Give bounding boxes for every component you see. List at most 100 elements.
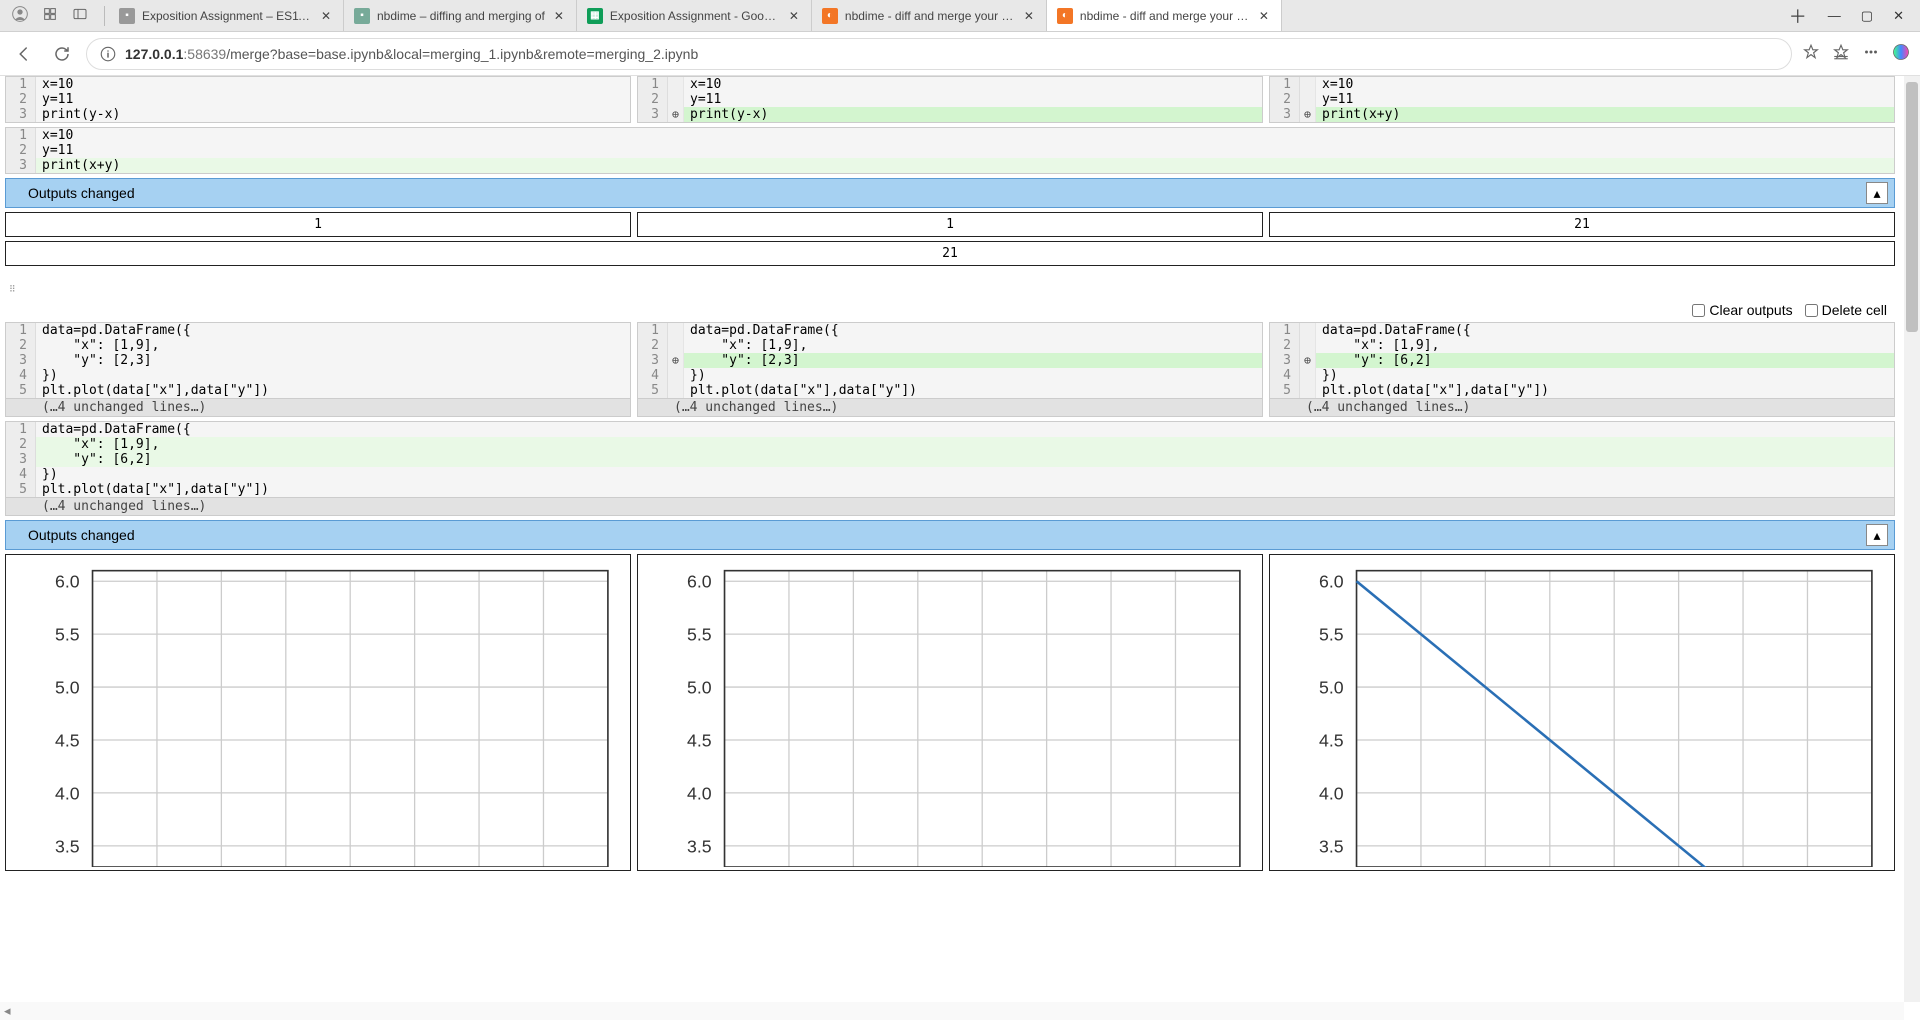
- delete-cell-checkbox[interactable]: Delete cell: [1805, 302, 1887, 318]
- tab-title: Exposition Assignment – ES114 -: [142, 9, 312, 23]
- diff-gutter[interactable]: [668, 92, 684, 107]
- code-line: plt.plot(data["x"],data["y"]): [36, 482, 1894, 497]
- tab-title: Exposition Assignment - Google S: [610, 9, 780, 23]
- diff-gutter[interactable]: [668, 353, 684, 368]
- diff-gutter[interactable]: [1300, 323, 1316, 338]
- line-number: 1: [6, 323, 36, 338]
- outputs-changed-header[interactable]: Outputs changed ▴: [5, 178, 1895, 208]
- window-minimize[interactable]: —: [1828, 8, 1841, 24]
- line-number: 2: [6, 143, 36, 158]
- line-number: 4: [638, 368, 668, 383]
- code-line: print(y-x): [36, 107, 630, 122]
- code-line: plt.plot(data["x"],data["y"]): [1316, 383, 1894, 398]
- collapsed-lines[interactable]: (…4 unchanged lines…): [6, 398, 630, 416]
- tab-favicon: ◐: [822, 8, 838, 24]
- panel-icon[interactable]: [72, 6, 88, 25]
- output-base: 1: [5, 212, 631, 237]
- horizontal-scrollbar[interactable]: ◂: [0, 1002, 1904, 1020]
- code-line: "x": [1,9],: [36, 437, 1894, 452]
- tab-close-icon[interactable]: ✕: [1257, 9, 1271, 23]
- line-number: 2: [6, 338, 36, 353]
- svg-text:5.5: 5.5: [1319, 625, 1344, 645]
- collections-icon[interactable]: [1832, 43, 1850, 64]
- collapsed-lines[interactable]: (…4 unchanged lines…): [1270, 398, 1894, 416]
- code-line: x=10: [1316, 77, 1894, 92]
- vertical-scrollbar[interactable]: [1904, 76, 1920, 1002]
- tab-title: nbdime - diff and merge your Jup: [845, 9, 1015, 23]
- diff-gutter[interactable]: [1300, 92, 1316, 107]
- browser-tab[interactable]: ▪nbdime – diffing and merging of✕: [344, 0, 577, 31]
- code-pane: 1data=pd.DataFrame({2 "x": [1,9],3 "y": …: [1269, 322, 1895, 417]
- back-button[interactable]: [10, 40, 38, 68]
- outputs-changed-header[interactable]: Outputs changed ▴: [5, 520, 1895, 550]
- code-line: "x": [1,9],: [684, 338, 1262, 353]
- svg-text:6.0: 6.0: [687, 572, 712, 592]
- code-line: y=11: [1316, 92, 1894, 107]
- diff-gutter[interactable]: [668, 368, 684, 383]
- output-merged: 21: [5, 241, 1895, 266]
- diff-gutter[interactable]: [668, 323, 684, 338]
- diff-gutter[interactable]: [1300, 77, 1316, 92]
- diff-gutter[interactable]: [668, 383, 684, 398]
- line-number: 1: [1270, 323, 1300, 338]
- diff-gutter[interactable]: [668, 77, 684, 92]
- profile-icon[interactable]: [12, 6, 28, 25]
- code-line: }): [36, 368, 630, 383]
- address-bar-row: 127.0.0.1:58639/merge?base=base.ipynb&lo…: [0, 32, 1920, 76]
- code-line: "x": [1,9],: [36, 338, 630, 353]
- line-number: 3: [638, 353, 668, 368]
- code-pane: 1data=pd.DataFrame({2 "x": [1,9],3 "y": …: [637, 322, 1263, 417]
- line-number: 4: [6, 368, 36, 383]
- line-number: 2: [638, 92, 668, 107]
- diff-gutter[interactable]: [1300, 107, 1316, 122]
- code-line: print(x+y): [1316, 107, 1894, 122]
- svg-text:4.5: 4.5: [1319, 730, 1344, 750]
- chart-output: 3.54.04.55.05.56.0: [1269, 554, 1895, 871]
- clear-outputs-checkbox[interactable]: Clear outputs: [1692, 302, 1792, 318]
- tab-favicon: ▪: [354, 8, 370, 24]
- diff-gutter[interactable]: [668, 107, 684, 122]
- collapsed-lines[interactable]: (…4 unchanged lines…): [638, 398, 1262, 416]
- cell-action-bar: Clear outputs Delete cell: [5, 298, 1895, 322]
- tab-close-icon[interactable]: ✕: [1022, 9, 1036, 23]
- new-tab-button[interactable]: ＋: [1784, 2, 1812, 30]
- diff-gutter[interactable]: [1300, 338, 1316, 353]
- line-number: 1: [638, 323, 668, 338]
- line-number: 2: [6, 92, 36, 107]
- copilot-icon[interactable]: [1892, 43, 1910, 64]
- code-line: x=10: [36, 128, 1894, 143]
- line-number: 2: [638, 338, 668, 353]
- tab-close-icon[interactable]: ✕: [319, 9, 333, 23]
- address-bar[interactable]: 127.0.0.1:58639/merge?base=base.ipynb&lo…: [86, 38, 1792, 70]
- svg-text:5.5: 5.5: [55, 625, 80, 645]
- scrollbar-thumb[interactable]: [1906, 82, 1918, 332]
- line-number: 1: [6, 77, 36, 92]
- window-close[interactable]: ✕: [1893, 8, 1904, 24]
- window-maximize[interactable]: ▢: [1861, 8, 1873, 24]
- tab-close-icon[interactable]: ✕: [552, 9, 566, 23]
- drag-handle[interactable]: ⠿: [5, 284, 1895, 298]
- browser-tab[interactable]: ◐ nbdime - diff and merge your Jup ✕: [812, 0, 1047, 31]
- collapse-caret-icon[interactable]: ▴: [1866, 182, 1888, 204]
- diff-gutter[interactable]: [1300, 368, 1316, 383]
- refresh-button[interactable]: [48, 40, 76, 68]
- svg-text:4.0: 4.0: [687, 783, 712, 803]
- code-pane: 1data=pd.DataFrame({2 "x": [1,9],3 "y": …: [5, 322, 631, 417]
- diff-gutter[interactable]: [1300, 383, 1316, 398]
- collapse-caret-icon[interactable]: ▴: [1866, 524, 1888, 546]
- browser-tab[interactable]: ▦Exposition Assignment - Google S✕: [577, 0, 812, 31]
- browser-tab[interactable]: ◐nbdime - diff and merge your Jup✕: [1047, 0, 1282, 31]
- browser-tab[interactable]: ▪Exposition Assignment – ES114 -✕: [109, 0, 344, 31]
- more-icon[interactable]: [1862, 43, 1880, 64]
- tab-close-icon[interactable]: ✕: [787, 9, 801, 23]
- output-remote: 21: [1269, 212, 1895, 237]
- favorite-icon[interactable]: [1802, 43, 1820, 64]
- diff-gutter[interactable]: [668, 338, 684, 353]
- diff-gutter[interactable]: [1300, 353, 1316, 368]
- collapsed-lines[interactable]: (…4 unchanged lines…): [6, 497, 1894, 515]
- recent-icon[interactable]: [42, 6, 58, 25]
- site-info-icon[interactable]: [99, 45, 117, 63]
- line-number: 4: [1270, 368, 1300, 383]
- browser-tab-strip: ▪Exposition Assignment – ES114 -✕▪nbdime…: [0, 0, 1920, 32]
- line-number: 3: [6, 158, 36, 173]
